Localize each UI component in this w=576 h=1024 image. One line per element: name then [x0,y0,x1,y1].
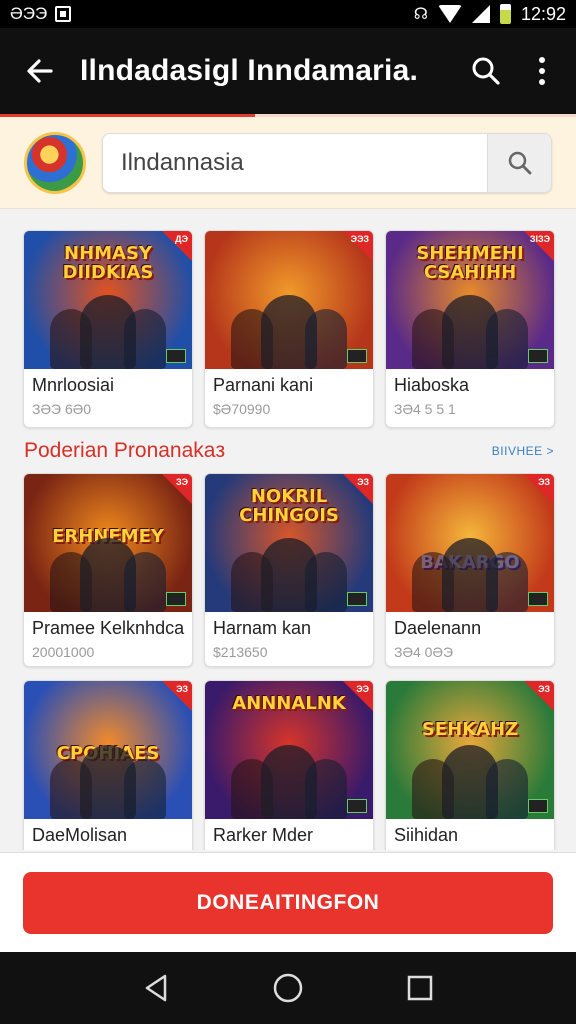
game-title: Rarker Mder [213,825,314,845]
signal-icon [471,5,490,23]
game-price: ЗӘЭ 6Ә0 [32,401,92,417]
nav-home-button[interactable] [264,964,312,1012]
section-header: Poderian Pronanakaз BIIVHEE > [24,439,554,463]
search-input-value[interactable]: Ilndannasia [103,149,487,177]
hero-figure [304,309,347,369]
game-cover-image: ANNNALNK ЭЭ [205,681,373,819]
battery-icon [499,4,511,24]
hero-figure [304,552,347,612]
recents-square-icon [407,975,433,1001]
status-time: 12:92 [520,3,566,24]
game-cover-image: NOKRIL CHINGOIS ЭЗ [205,474,373,612]
hero-figure [123,759,166,819]
game-card[interactable]: ЭЭЗ Parnani kani $Ә70990 [204,230,374,428]
game-cover-image: SHEHMEHI CSAHIHH ЗІЗЭ [386,231,554,369]
game-card[interactable]: SEHKAHZ ЭЗ Siihidan [385,680,555,850]
game-cover-image: NHMASY DIIDKIAS ДЭ [24,231,192,369]
game-price: ЗӘ4 0ӘЭ [394,644,454,660]
rating-badge [528,349,548,363]
game-cover-image: ЭЭЗ [205,231,373,369]
ribbon-label: ЗЭ [175,477,188,487]
home-circle-icon [273,973,303,1003]
ribbon-label: ЭЭ [356,684,369,694]
search-submit-button[interactable] [487,133,551,192]
page-title: Ilndadasigl Inndamaria. [80,54,419,87]
search-button[interactable] [458,28,514,114]
ribbon-label: ЭЗ [538,684,550,694]
rating-badge [166,349,186,363]
game-price: $Ә70990 [213,401,271,417]
game-title: Hiaboska [394,375,470,395]
rating-badge [528,592,548,606]
search-row: Ilndannasia [0,117,576,209]
game-grid: NHMASY DIIDKIAS ДЭ Mnrloosiai ЗӘЭ 6Ә0 ЭЭ… [0,210,576,850]
vibrate-icon: ☊ [413,6,428,23]
game-price: ЗӘ4 5 5 1 [394,401,456,417]
game-cover-image: ERHNEMEY ЗЭ [24,474,192,612]
app-bar: Ilndadasigl Inndamaria. [0,28,576,114]
wifi-icon [437,5,462,23]
status-bar: ƏЭЭ ☊ 12:92 [0,0,576,28]
status-left: ƏЭЭ [10,4,72,24]
game-card[interactable]: CPOHIAES ЭЗ DaeMolisan [23,680,193,850]
rating-badge [347,799,367,813]
game-card[interactable]: ANNNALNK ЭЭ Rarker Mder [204,680,374,850]
game-card[interactable]: ERHNEMEY ЗЭ Pramee Kelknhdca 20001000 [23,473,193,667]
hero-figure [485,309,528,369]
game-title: Parnani kani [213,375,314,395]
more-options-button[interactable] [514,28,570,114]
status-right: ☊ 12:92 [414,4,566,25]
primary-action-button[interactable]: DONEAITINGFON [23,871,553,934]
section-title: Poderian Pronanakaз [24,439,226,462]
game-logo-text: SEHKAHZ [421,719,519,740]
game-cover-image: SEHKAHZ ЭЗ [386,681,554,819]
game-title: Mnrloosiai [32,375,115,395]
more-vertical-icon [539,57,545,85]
rating-badge [528,799,548,813]
game-card[interactable]: SHEHMEHI CSAHIHH ЗІЗЭ Hiaboska ЗӘ4 5 5 1 [385,230,555,428]
game-title: Daelenann [394,618,482,638]
back-triangle-icon [145,974,167,1002]
rating-badge [347,592,367,606]
game-title: Pramee Kelknhdca [32,618,185,638]
bottom-action-area: DONEAITINGFON [0,852,576,952]
game-price: 20001000 [32,644,95,660]
game-cover-image: CPOHIAES ЭЗ [24,681,192,819]
search-icon [472,57,500,85]
ribbon-label: ДЭ [175,234,188,244]
game-title: Harnam kan [213,618,312,638]
game-card[interactable]: NOKRIL CHINGOIS ЭЗ Harnam kan $213650 [204,473,374,667]
ribbon-label: ЭЗ [538,477,550,487]
hero-figure [123,309,166,369]
ribbon-label: ЭЗ [357,477,369,487]
status-left-text: ƏЭЭ [10,4,48,23]
avatar[interactable] [24,131,86,194]
back-arrow-icon [27,59,53,83]
system-nav-bar [0,952,576,1024]
game-price: $213650 [213,644,268,660]
game-cover-image: BAKARGO ЭЗ [386,474,554,612]
nav-back-button[interactable] [132,964,180,1012]
rating-badge [166,592,186,606]
see-more-link[interactable]: BIIVHEE > [492,444,554,458]
game-card[interactable]: BAKARGO ЭЗ Daelenann ЗӘ4 0ӘЭ [385,473,555,667]
game-title: Siihidan [394,825,459,845]
back-button[interactable] [0,28,80,114]
search-input[interactable]: Ilndannasia [102,132,552,193]
hero-figure [485,759,528,819]
hero-figure [123,552,166,612]
ribbon-label: ЭЭЗ [350,234,369,244]
ribbon-label: ЗІЗЭ [529,234,550,244]
search-icon [508,151,531,174]
hero-figure [485,552,528,612]
nav-recents-button[interactable] [396,964,444,1012]
hero-figure [304,759,347,819]
rating-badge [347,349,367,363]
game-card[interactable]: NHMASY DIIDKIAS ДЭ Mnrloosiai ЗӘЭ 6Ә0 [23,230,193,428]
game-title: DaeMolisan [32,825,128,845]
notification-icon [55,6,72,22]
ribbon-label: ЭЗ [176,684,188,694]
